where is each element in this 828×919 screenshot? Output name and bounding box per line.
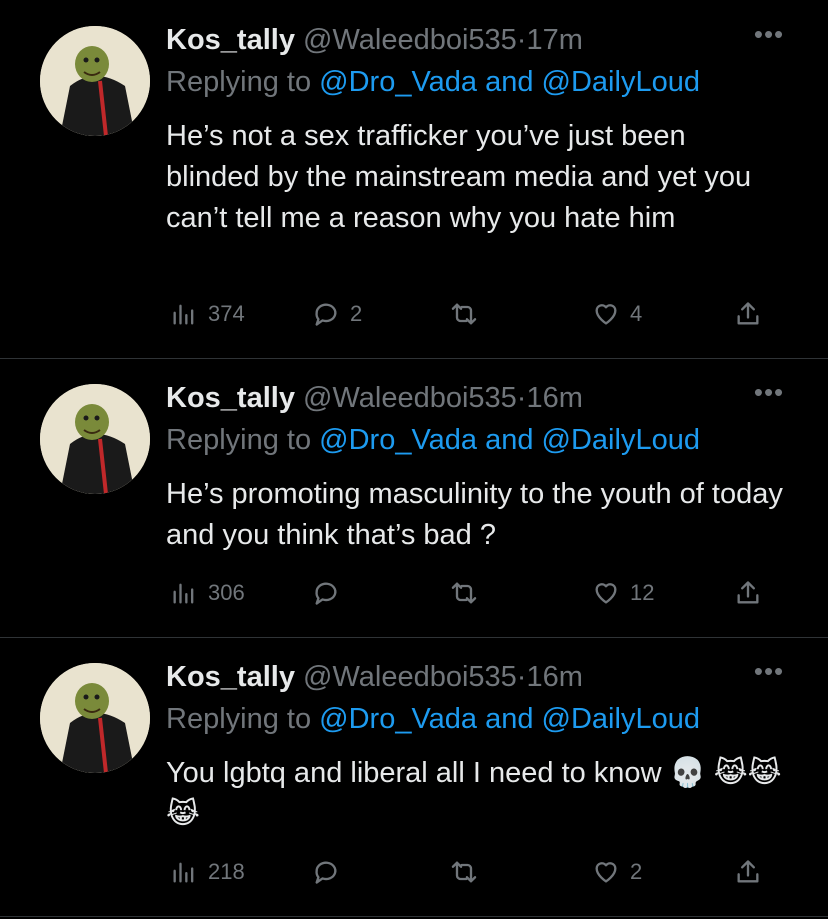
- retweet-button[interactable]: [450, 294, 488, 334]
- avatar[interactable]: [40, 663, 150, 773]
- avatar[interactable]: [40, 26, 150, 136]
- analytics-bars-icon: [173, 304, 194, 325]
- views-button[interactable]: 306: [170, 573, 245, 613]
- reply-button[interactable]: [312, 852, 350, 892]
- more-dots-icon[interactable]: •••: [750, 20, 788, 60]
- reply-bubble-icon: [315, 303, 337, 326]
- like-count: 12: [630, 580, 655, 605]
- tweet-header: Kos_tally @Waleedboi535·16m: [166, 657, 583, 697]
- views-count: 374: [208, 301, 245, 326]
- divider: [0, 358, 828, 359]
- like-button[interactable]: 2: [592, 852, 642, 892]
- reply-button[interactable]: 2: [312, 294, 362, 334]
- share-upload-icon: [737, 302, 759, 325]
- replying-to-label: Replying to: [166, 703, 312, 735]
- heart-icon: [595, 304, 617, 325]
- heart-icon: [595, 583, 617, 604]
- reply-mention-1[interactable]: @Dro_Vada: [319, 66, 477, 98]
- retweet-button[interactable]: [450, 573, 488, 613]
- retweet-icon: [451, 861, 477, 883]
- replying-to-label: Replying to: [166, 424, 312, 456]
- like-count: 4: [630, 301, 643, 326]
- share-upload-icon: [737, 581, 759, 604]
- views-count: 306: [208, 580, 245, 605]
- share-button[interactable]: [734, 852, 762, 892]
- more-dots-icon[interactable]: •••: [750, 378, 788, 418]
- author-handle[interactable]: @Waleedboi535: [303, 661, 517, 693]
- share-upload-icon: [737, 860, 759, 883]
- divider: [0, 916, 828, 917]
- tweet-text: He’s promoting masculinity to the youth …: [166, 478, 783, 551]
- action-bar: 306 12: [0, 573, 828, 613]
- author-name[interactable]: Kos_tally: [166, 24, 295, 56]
- reply-mention-1[interactable]: @Dro_Vada: [319, 424, 477, 456]
- retweet-icon: [451, 582, 477, 604]
- author-name[interactable]: Kos_tally: [166, 382, 295, 414]
- reply-mention-1[interactable]: @Dro_Vada: [319, 703, 477, 735]
- share-button[interactable]: [734, 573, 762, 613]
- timestamp[interactable]: 17m: [526, 24, 582, 56]
- reply-mention-2[interactable]: @DailyLoud: [542, 66, 700, 98]
- reply-and: and: [485, 703, 534, 735]
- replying-to: Replying to @Dro_Vada and @DailyLoud: [166, 62, 700, 102]
- tweet-header: Kos_tally @Waleedboi535·17m: [166, 20, 583, 60]
- tweet-text: He’s not a sex trafficker you’ve just be…: [166, 120, 752, 234]
- action-bar: 374 2 4: [0, 294, 828, 334]
- reply-and: and: [485, 424, 534, 456]
- like-button[interactable]: 12: [592, 573, 654, 613]
- author-handle[interactable]: @Waleedboi535: [303, 382, 517, 414]
- analytics-bars-icon: [173, 583, 194, 604]
- like-count: 2: [630, 859, 643, 884]
- tweet-header: Kos_tally @Waleedboi535·16m: [166, 378, 583, 418]
- reply-button[interactable]: [312, 573, 350, 613]
- views-count: 218: [208, 859, 245, 884]
- like-button[interactable]: 4: [592, 294, 642, 334]
- reply-count: 2: [350, 301, 363, 326]
- analytics-bars-icon: [173, 862, 194, 883]
- timestamp[interactable]: 16m: [526, 661, 582, 693]
- author-handle[interactable]: @Waleedboi535: [303, 24, 517, 56]
- timestamp[interactable]: 16m: [526, 382, 582, 414]
- share-button[interactable]: [734, 294, 762, 334]
- heart-icon: [595, 862, 617, 883]
- avatar[interactable]: [40, 384, 150, 494]
- views-button[interactable]: 218: [170, 852, 245, 892]
- more-dots-icon[interactable]: •••: [750, 657, 788, 697]
- reply-bubble-icon: [315, 582, 337, 605]
- retweet-button[interactable]: [450, 852, 488, 892]
- reply-mention-2[interactable]: @DailyLoud: [542, 703, 700, 735]
- reply-mention-2[interactable]: @DailyLoud: [542, 424, 700, 456]
- author-name[interactable]: Kos_tally: [166, 661, 295, 693]
- action-bar: 218 2: [0, 852, 828, 892]
- divider: [0, 637, 828, 638]
- reply-and: and: [485, 66, 534, 98]
- tweet-text: You lgbtq and liberal all I need to know…: [166, 757, 782, 830]
- views-button[interactable]: 374: [170, 294, 245, 334]
- replying-to-label: Replying to: [166, 66, 312, 98]
- replying-to: Replying to @Dro_Vada and @DailyLoud: [166, 420, 700, 460]
- retweet-icon: [451, 303, 477, 325]
- reply-bubble-icon: [315, 861, 337, 884]
- replying-to: Replying to @Dro_Vada and @DailyLoud: [166, 699, 700, 739]
